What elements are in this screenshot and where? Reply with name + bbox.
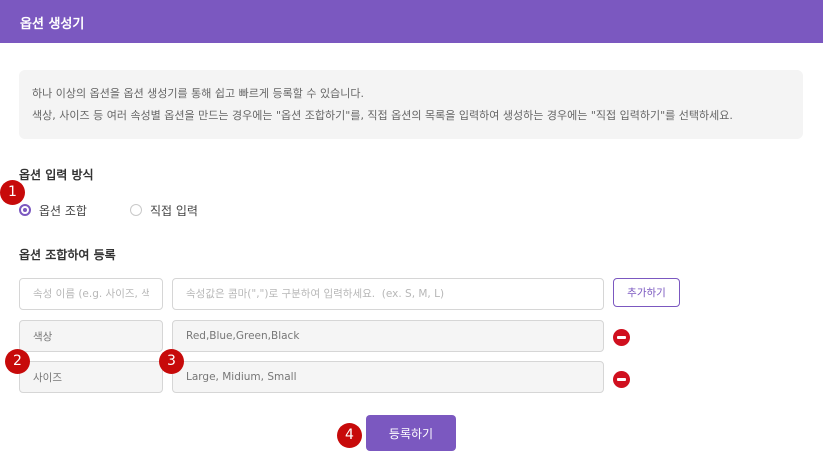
add-attribute-button[interactable]: 추가하기 [613, 278, 680, 307]
remove-row-icon[interactable] [613, 329, 630, 346]
dialog-header: 옵션 생성기 [0, 0, 823, 43]
radio-unchecked-icon [130, 204, 142, 216]
info-box: 하나 이상의 옵션을 옵션 생성기를 통해 쉽고 빠르게 등록할 수 있습니다.… [19, 70, 803, 139]
attribute-name-field[interactable] [19, 320, 163, 352]
attribute-values-field[interactable] [172, 361, 604, 393]
annotation-badge-3: 3 [159, 349, 184, 374]
remove-row-icon[interactable] [613, 371, 630, 388]
annotation-badge-1: 1 [0, 180, 25, 205]
radio-label-direct: 직접 입력 [150, 203, 198, 218]
dialog-title: 옵션 생성기 [20, 17, 85, 32]
info-line-1: 하나 이상의 옵션을 옵션 생성기를 통해 쉽고 빠르게 등록할 수 있습니다. [32, 87, 364, 100]
annotation-badge-2: 2 [5, 349, 30, 374]
input-method-title: 옵션 입력 방식 [19, 168, 94, 182]
radio-label-combination: 옵션 조합 [39, 203, 87, 218]
attribute-name-input[interactable] [19, 278, 163, 310]
attribute-values-field[interactable] [172, 320, 604, 352]
radio-option-combination[interactable]: 옵션 조합 [19, 202, 87, 218]
info-line-2: 색상, 사이즈 등 여러 속성별 옵션을 만드는 경우에는 "옵션 조합하기"를… [32, 109, 733, 122]
combination-title: 옵션 조합하여 등록 [19, 248, 116, 262]
radio-option-direct[interactable]: 직접 입력 [130, 202, 198, 218]
attribute-name-field[interactable] [19, 361, 163, 393]
annotation-badge-4: 4 [337, 423, 362, 448]
submit-button[interactable]: 등록하기 [366, 415, 456, 451]
attribute-values-input[interactable] [172, 278, 604, 310]
radio-checked-icon [19, 204, 31, 216]
